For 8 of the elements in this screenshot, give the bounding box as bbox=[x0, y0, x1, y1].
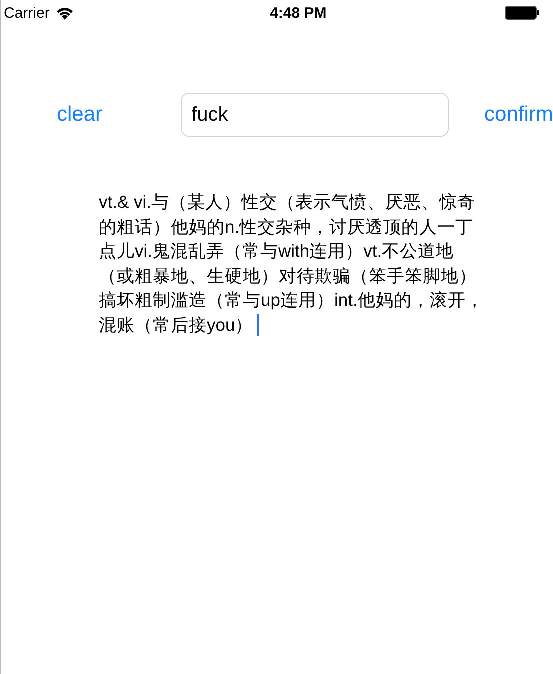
definition-text: vt.& vi.与（某人）性交（表示气愤、厌恶、惊奇的粗话）他妈的n.性交杂种，讨厌透顶的人一丁点儿vi.鬼混乱弄（常与with连用）vt.不公道地（或粗暴地、生硬地）对待欺骗（笨手笨脚地）搞坏粗制滥造（常与up连用）int.他妈的，滚开，混账（常后接you） bbox=[99, 191, 484, 337]
carrier-name: Carrier bbox=[4, 4, 50, 22]
wifi-icon bbox=[56, 6, 74, 20]
search-field[interactable]: fuck bbox=[180, 93, 449, 137]
battery-icon bbox=[504, 6, 540, 20]
confirm-button[interactable]: confirm bbox=[484, 103, 553, 127]
status-time: 4:48 PM bbox=[269, 4, 327, 22]
clear-button[interactable]: clear bbox=[57, 103, 103, 127]
